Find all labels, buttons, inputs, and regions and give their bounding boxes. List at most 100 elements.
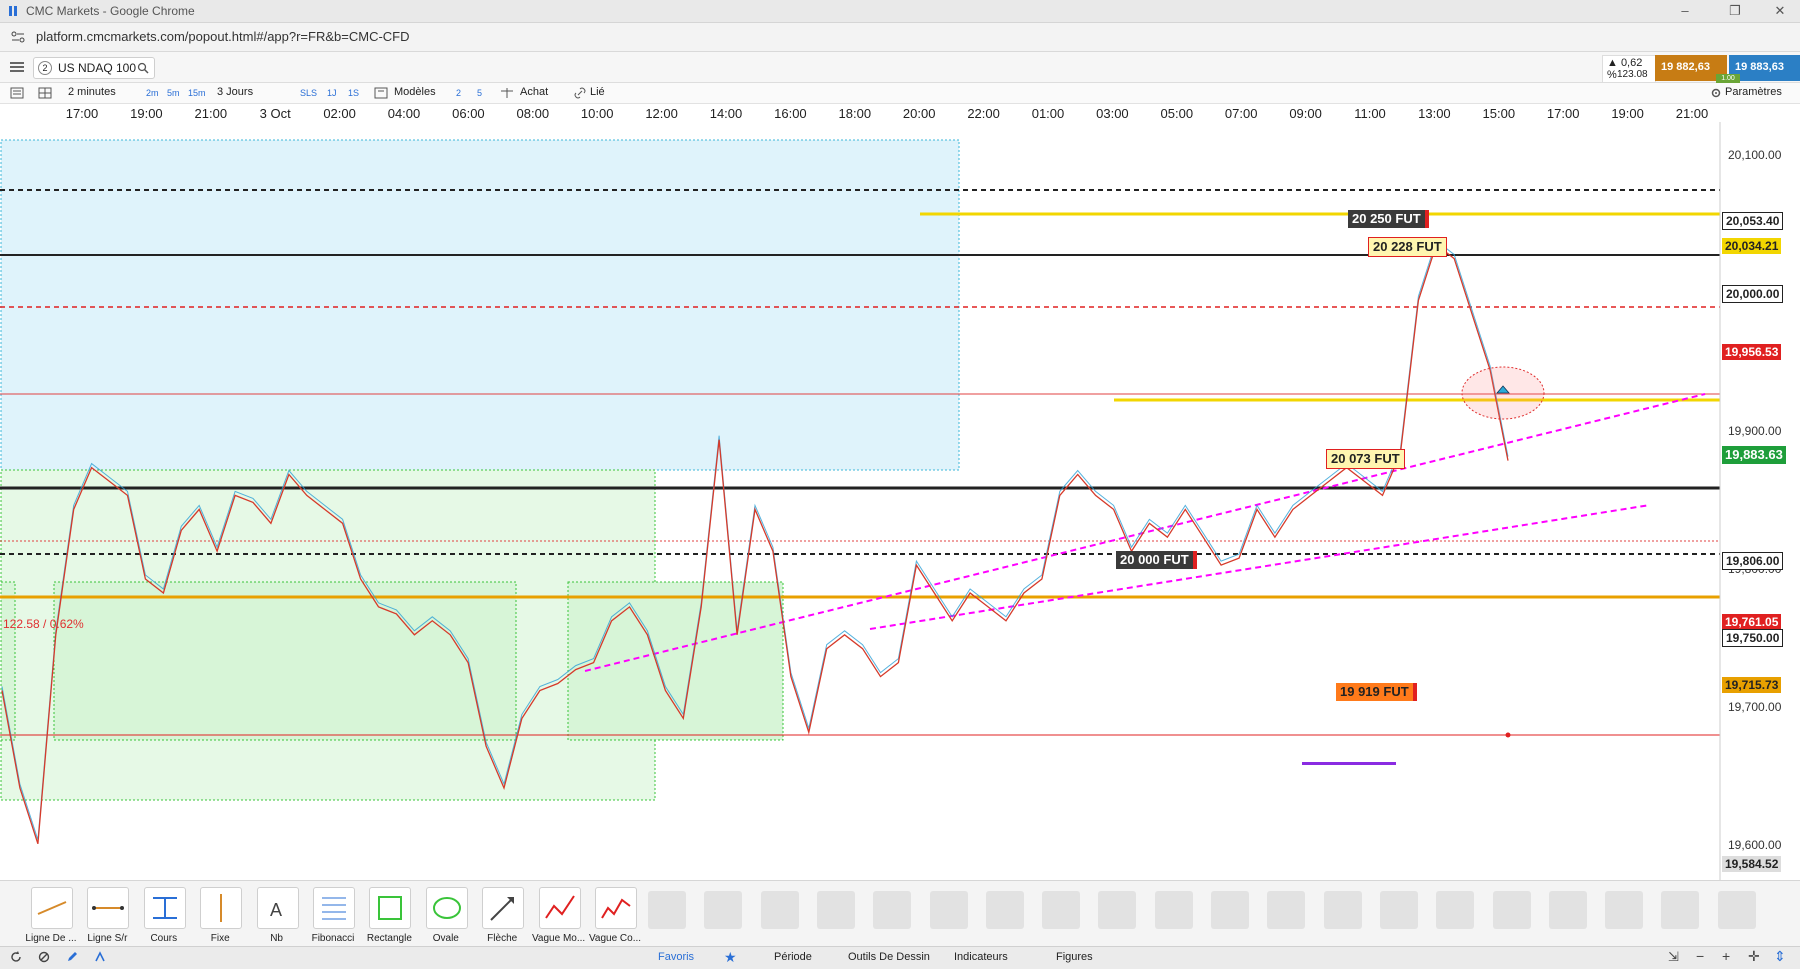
empty-tool-slot[interactable] xyxy=(1661,891,1700,929)
tool-label: Cours xyxy=(150,933,178,944)
empty-tool-slot[interactable] xyxy=(1154,891,1193,929)
linked-toggle[interactable]: Lié xyxy=(590,86,605,98)
time-tick: 07:00 xyxy=(1224,106,1258,121)
fut-label-20250[interactable]: 20 250 FUT xyxy=(1348,210,1429,228)
restore-button[interactable]: ❐ xyxy=(1720,2,1750,20)
tool-oval[interactable] xyxy=(425,887,468,929)
time-tick: 04:00 xyxy=(387,106,421,121)
interval-15m[interactable]: 15m xyxy=(188,88,206,98)
tool-label: Nb xyxy=(270,933,283,944)
buy-price: 19 883,63 xyxy=(1735,61,1784,73)
empty-tool-slot[interactable] xyxy=(760,891,799,929)
empty-tool-slot[interactable] xyxy=(1267,891,1306,929)
zoom-in-icon[interactable]: + xyxy=(1722,948,1730,964)
empty-tool-slot[interactable] xyxy=(985,891,1024,929)
models-button[interactable]: Modèles xyxy=(394,86,436,98)
tool-fixed-tool[interactable] xyxy=(200,887,243,929)
empty-tool-slot[interactable] xyxy=(1717,891,1756,929)
buy-button[interactable]: Achat xyxy=(520,86,548,98)
window-title-bar: CMC Markets - Google Chrome – ❐ ✕ xyxy=(0,0,1800,23)
tool-price-tool[interactable] xyxy=(143,887,186,929)
tab-favorites[interactable]: Favoris xyxy=(658,951,694,963)
fut-label-20228[interactable]: 20 228 FUT xyxy=(1368,237,1447,257)
interval-selector[interactable]: 2 minutes xyxy=(68,86,116,98)
y-tick-19600: 19,600.00 xyxy=(1728,838,1782,852)
y-tick-19900: 19,900.00 xyxy=(1728,424,1782,438)
chart-type-icon[interactable] xyxy=(10,87,24,99)
magnet-icon[interactable] xyxy=(94,951,106,963)
empty-tool-slot[interactable] xyxy=(1492,891,1531,929)
range-1s[interactable]: 1S xyxy=(348,88,359,98)
crosshair-icon[interactable]: ✛ xyxy=(1748,948,1760,965)
empty-tool-slot[interactable] xyxy=(1605,891,1644,929)
tool-line-tool[interactable] xyxy=(31,887,73,929)
empty-tool-slot[interactable] xyxy=(1436,891,1475,929)
range-1j[interactable]: 1J xyxy=(327,88,337,98)
settings-button[interactable]: Paramètres xyxy=(1725,86,1782,98)
tool-fibonacci[interactable] xyxy=(313,887,355,929)
collapse-icon[interactable]: ⇲ xyxy=(1668,949,1679,965)
link-icon xyxy=(574,87,586,99)
interval-5m[interactable]: 5m xyxy=(167,88,180,98)
url-text[interactable]: platform.cmcmarkets.com/popout.html#/app… xyxy=(36,29,410,44)
tab-figures[interactable]: Figures xyxy=(1056,951,1093,963)
time-tick: 06:00 xyxy=(452,106,485,121)
tab-period[interactable]: Période xyxy=(774,951,812,963)
instrument-name: US NDAQ 100 xyxy=(58,61,137,75)
instrument-bar: 2 US NDAQ 100 ▲ 0,62 % 123.08 19 882,63 … xyxy=(0,52,1800,83)
count-5[interactable]: 5 xyxy=(477,88,482,98)
address-bar[interactable]: platform.cmcmarkets.com/popout.html#/app… xyxy=(0,23,1800,52)
pencil-icon[interactable] xyxy=(66,951,78,963)
time-tick: 19:00 xyxy=(1611,106,1644,121)
expand-icon[interactable]: ⇕ xyxy=(1774,948,1786,965)
close-button[interactable]: ✕ xyxy=(1765,2,1795,20)
refresh-icon[interactable] xyxy=(10,951,22,963)
count-2[interactable]: 2 xyxy=(456,88,461,98)
range-selector[interactable]: 3 Jours xyxy=(217,86,253,98)
empty-tool-slot[interactable] xyxy=(1098,891,1137,929)
time-tick: 02:00 xyxy=(323,106,356,121)
block-icon[interactable] xyxy=(38,951,50,963)
fut-label-20073[interactable]: 20 073 FUT xyxy=(1326,449,1405,469)
search-icon[interactable] xyxy=(137,62,149,74)
fut-label-19919[interactable]: 19 919 FUT xyxy=(1336,683,1417,701)
tool-support-resistance[interactable] xyxy=(87,887,130,929)
layout-icon[interactable] xyxy=(38,87,52,99)
fut-label-20000[interactable]: 20 000 FUT xyxy=(1116,551,1197,569)
tool-label: Fibonacci xyxy=(311,933,355,944)
menu-icon[interactable] xyxy=(10,61,24,73)
line-tool-icon xyxy=(37,901,67,915)
tool-note-tool[interactable]: A xyxy=(256,887,299,929)
tab-drawing-tools[interactable]: Outils De Dessin xyxy=(848,951,930,963)
spread-badge: 1.00 xyxy=(1716,74,1740,83)
empty-tool-slot[interactable] xyxy=(873,891,912,929)
tool-rectangle[interactable] xyxy=(369,887,412,929)
time-tick: 12:00 xyxy=(645,106,678,121)
interval-2m[interactable]: 2m xyxy=(146,88,159,98)
empty-tool-slot[interactable] xyxy=(704,891,743,929)
empty-tool-slot[interactable] xyxy=(929,891,968,929)
empty-tool-slot[interactable] xyxy=(1548,891,1587,929)
empty-tool-slot[interactable] xyxy=(816,891,855,929)
time-tick: 03:00 xyxy=(1096,106,1129,121)
range-sls[interactable]: SLS xyxy=(300,88,317,98)
price-chart[interactable] xyxy=(0,122,1800,880)
site-info-icon[interactable] xyxy=(10,30,26,44)
empty-tool-slot[interactable] xyxy=(1379,891,1418,929)
tool-wave-correction[interactable] xyxy=(595,887,637,929)
star-icon[interactable]: ★ xyxy=(724,949,737,966)
empty-tool-slot[interactable] xyxy=(648,891,686,929)
time-tick: 22:00 xyxy=(967,106,1000,121)
tool-wave-motion[interactable] xyxy=(538,887,581,929)
tab-indicators[interactable]: Indicateurs xyxy=(954,951,1008,963)
scroll-indicator[interactable] xyxy=(1302,762,1396,765)
time-tick: 13:00 xyxy=(1418,106,1451,121)
empty-tool-slot[interactable] xyxy=(1211,891,1249,929)
empty-tool-slot[interactable] xyxy=(1042,891,1081,929)
minimize-button[interactable]: – xyxy=(1670,2,1700,20)
instrument-selector[interactable]: 2 US NDAQ 100 xyxy=(33,57,155,79)
gear-icon[interactable] xyxy=(1710,87,1722,99)
tool-arrow-tool[interactable] xyxy=(482,887,525,929)
empty-tool-slot[interactable] xyxy=(1323,891,1362,929)
zoom-out-icon[interactable]: − xyxy=(1696,948,1704,964)
